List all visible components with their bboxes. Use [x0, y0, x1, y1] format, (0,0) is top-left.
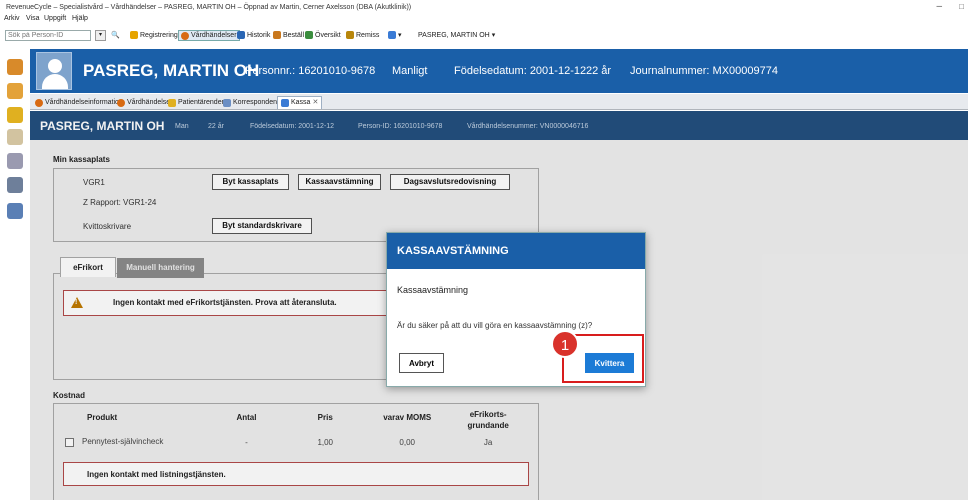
close-icon[interactable]: ✕: [312, 97, 318, 109]
sidebar-calendar-icon[interactable]: [7, 129, 23, 145]
window-titlebar: RevenueCycle – Specialistvård – Vårdhänd…: [0, 0, 968, 14]
tab-patientarenden[interactable]: Patientärenden: [165, 96, 228, 109]
sidebar-tools-icon[interactable]: [7, 153, 23, 169]
patient-name: PASREG, MARTIN OH: [83, 61, 260, 80]
menu-visa[interactable]: Visa: [26, 15, 40, 22]
avatar: [36, 52, 72, 90]
pencil-icon: [130, 31, 138, 39]
patient-birthdate: Födelsedatum: 2001-12-12: [454, 65, 587, 77]
toolbar-vardhandelser[interactable]: Vårdhändelser: [178, 30, 240, 41]
person-id-search-input[interactable]: [5, 30, 91, 41]
maximize-button[interactable]: □: [959, 2, 964, 11]
toolbar-oversikt[interactable]: Översikt: [305, 31, 341, 39]
sidebar-home-icon[interactable]: [7, 59, 23, 75]
toolbar: ▾ 🔍 Registrering Vårdhändelser Historik …: [0, 27, 968, 49]
avbryt-button[interactable]: Avbryt: [399, 353, 444, 373]
patient-gender: Manligt: [392, 65, 428, 77]
tab-korrespondens[interactable]: Korrespondens: [220, 96, 283, 109]
sidebar-journal-icon[interactable]: [7, 83, 23, 99]
sidebar-admin-icon[interactable]: [7, 177, 23, 193]
window-title: RevenueCycle – Specialistvård – Vårdhänd…: [6, 4, 412, 11]
history-icon: [237, 31, 245, 39]
toolbar-remiss[interactable]: Remiss: [346, 31, 379, 39]
toolbar-historik[interactable]: Historik: [237, 31, 270, 39]
dialog-title: KASSAAVSTÄMNING: [387, 233, 645, 269]
clock-icon: [181, 31, 189, 40]
patient-age: 22 år: [586, 65, 612, 77]
menu-hjalp[interactable]: Hjälp: [72, 15, 88, 22]
order-icon: [273, 31, 281, 39]
left-sidebar: [0, 49, 30, 500]
overview-icon: [305, 31, 313, 39]
sidebar-grid-icon[interactable]: [7, 203, 23, 219]
dialog-message: Är du säker på att du vill göra en kassa…: [397, 321, 593, 330]
tab-kassa[interactable]: Kassa ✕: [277, 96, 323, 109]
sidebar-tasks-icon[interactable]: [7, 107, 23, 123]
step-badge: 1: [551, 330, 579, 358]
menu-bar: Arkiv Visa Uppgift Hjälp: [0, 14, 968, 25]
search-dropdown-button[interactable]: ▾: [95, 30, 106, 41]
tab-vardhandelseinformation[interactable]: Vårdhändelseinformation: [32, 96, 126, 109]
search-icon[interactable]: 🔍: [111, 31, 120, 39]
toolbar-registrering[interactable]: Registrering: [130, 31, 178, 39]
tab-bar: Vårdhändelseinformation Vårdhändelser Pa…: [30, 94, 968, 110]
patient-banner: PASREG, MARTIN OH Personnr.: 16201010-96…: [30, 49, 968, 93]
patient-icon: [388, 31, 396, 39]
referral-icon: [346, 31, 354, 39]
toolbar-patient-dropdown[interactable]: ▾: [388, 31, 402, 39]
patient-personnr: Personnr.: 16201010-9678: [245, 65, 376, 77]
minimize-button[interactable]: –: [936, 1, 942, 12]
patient-journal: Journalnummer: MX00009774: [630, 65, 778, 77]
menu-uppgift[interactable]: Uppgift: [44, 15, 66, 22]
dialog-subtitle: Kassaavstämning: [397, 285, 469, 295]
toolbar-bestall[interactable]: Beställ: [273, 31, 304, 39]
menu-arkiv[interactable]: Arkiv: [4, 15, 20, 22]
toolbar-patient-selector[interactable]: PASREG, MARTIN OH ▾: [418, 31, 495, 40]
